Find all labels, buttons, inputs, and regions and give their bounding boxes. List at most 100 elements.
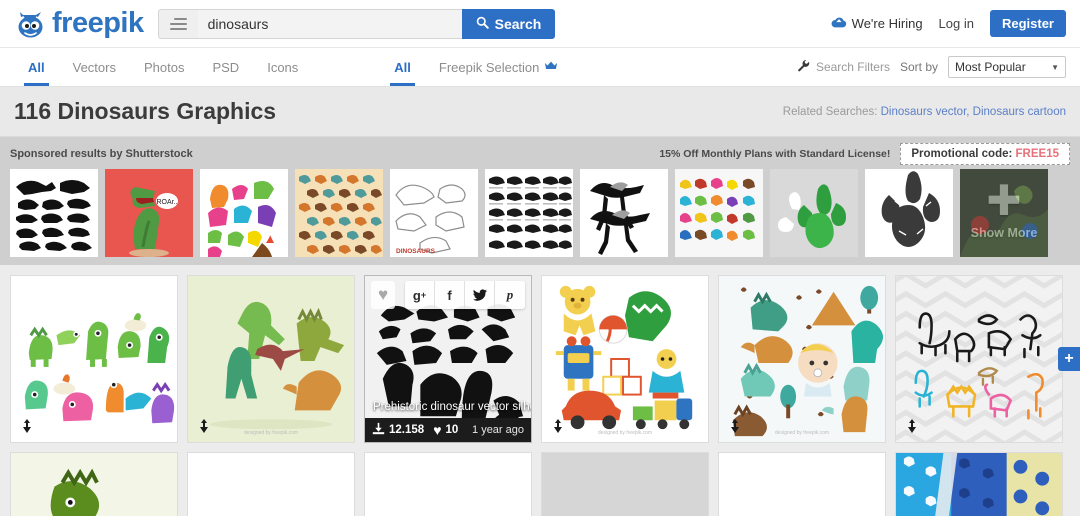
watermark: designed by freepik.com (597, 430, 653, 436)
result-card-kids-toys-collection[interactable]: designed by freepik.com (541, 275, 709, 443)
card-artwork (896, 453, 1062, 516)
result-card-blue-dino-pattern[interactable] (895, 452, 1063, 516)
share-bar: g + f p (405, 281, 525, 309)
chevron-down-icon: ▼ (1051, 62, 1059, 72)
search-filters-label: Search Filters (815, 60, 890, 74)
search-input[interactable] (197, 8, 462, 39)
tab-psd[interactable]: PSD (198, 48, 253, 86)
vector-badge-icon (19, 418, 35, 434)
sponsored-label: Sponsored results by Shutterstock (10, 148, 193, 160)
freepik-mascot-icon (14, 9, 48, 39)
expand-results-button[interactable]: + (1058, 347, 1080, 371)
sponsored-show-more-tile[interactable]: ✚ Show More (960, 169, 1048, 257)
sponsored-tile-dinosaur-seamless-pattern[interactable] (295, 169, 383, 257)
pinterest-icon[interactable]: p (495, 281, 525, 309)
sort-by-label: Sort by (899, 60, 938, 74)
watermark: designed by freepik.com (774, 430, 830, 436)
sponsored-tile-colorful-cartoon-dinosaurs[interactable] (200, 169, 288, 257)
sponsored-tile-dinosaur-skeletons-black[interactable] (580, 169, 668, 257)
result-card-baby-dinosaurs-scene[interactable]: designed by freepik.com (718, 275, 886, 443)
vector-badge-icon (196, 418, 212, 434)
result-card-blank-3[interactable] (364, 452, 532, 516)
promo-offer-text: 15% Off Monthly Plans with Standard Lice… (659, 148, 891, 160)
result-card-hand-drawn-dinosaurs-chevron[interactable] (895, 275, 1063, 443)
google-plus-icon[interactable]: g + (405, 281, 435, 309)
cloud-icon (831, 16, 847, 31)
download-icon (372, 422, 385, 438)
filter-navbar: All Vectors Photos PSD Icons All Freepik… (0, 48, 1080, 87)
tab-all[interactable]: All (14, 48, 59, 86)
result-card-flat-dinosaur-collection[interactable]: designed by freepik.com (187, 275, 355, 443)
page-title: 116 Dinosaurs Graphics (14, 98, 277, 124)
sponsored-tile-dinosaur-species-chart[interactable] (485, 169, 573, 257)
related-searches-label: Related Searches: (782, 105, 878, 118)
results-titlebar: 116 Dinosaurs Graphics Related Searches:… (0, 87, 1080, 137)
result-card-blank-4[interactable] (541, 452, 709, 516)
tab-vectors[interactable]: Vectors (59, 48, 130, 86)
search-bar: Search (197, 8, 556, 39)
sponsored-section: Sponsored results by Shutterstock 15% Of… (0, 137, 1080, 265)
sponsored-tile-dinosaur-line-drawings[interactable]: DINOSAURS (390, 169, 478, 257)
promo-code-value: FREE15 (1015, 148, 1059, 160)
content-type-tabs: All Vectors Photos PSD Icons (14, 48, 312, 86)
categories-menu-button[interactable] (157, 8, 198, 39)
sponsored-tile-roaring-trex-red[interactable]: ROAr.. (105, 169, 193, 257)
facebook-icon[interactable]: f (435, 281, 465, 309)
result-card-cute-baby-dinosaurs-pack[interactable] (10, 275, 178, 443)
like-count: 10 (445, 424, 459, 436)
freepik-logo[interactable]: freepik (14, 9, 144, 39)
login-link[interactable]: Log in (939, 16, 974, 31)
sponsored-tile-dark-dino-footprint[interactable] (865, 169, 953, 257)
svg-text:DINOSAURS: DINOSAURS (396, 248, 436, 255)
card-stats-bar: 12.158 ♥ 10 1 year ago (365, 418, 531, 442)
sort-by-select[interactable]: Most Popular ▼ (948, 56, 1066, 78)
download-count: 12.158 (389, 424, 425, 436)
sponsored-tile-green-dino-footprint-sticker[interactable] (770, 169, 858, 257)
card-age: 1 year ago (472, 424, 524, 436)
heart-icon: ♥ (433, 422, 442, 438)
results-grid: designed by freepik.com ♥ g + f p Prehis… (0, 265, 1080, 516)
download-stat: 12.158 (372, 422, 424, 438)
register-button[interactable]: Register (989, 10, 1066, 37)
sponsored-tile-dinosaur-silhouettes-set[interactable] (10, 169, 98, 257)
card-artwork (542, 276, 708, 442)
search-button[interactable]: Search (461, 8, 556, 39)
tab-freepik-selection[interactable]: Freepik Selection (425, 48, 572, 86)
card-artwork (11, 276, 177, 442)
promo-code-prefix: Promotional code: (911, 148, 1013, 160)
card-artwork (188, 276, 354, 442)
sponsored-tile-tiny-colored-dinosaurs[interactable] (675, 169, 763, 257)
were-hiring-label: We're Hiring (851, 16, 923, 31)
search-filters-button[interactable]: Search Filters (797, 59, 890, 75)
logo-wordmark: freepik (52, 7, 144, 39)
heart-icon: ♥ (377, 285, 389, 304)
vector-badge-icon (727, 418, 743, 434)
vector-badge-icon (550, 418, 566, 434)
result-card-green-dinosaur-cut[interactable] (10, 452, 178, 516)
card-artwork (896, 276, 1062, 442)
favorite-button[interactable]: ♥ (371, 281, 395, 309)
were-hiring-link[interactable]: We're Hiring (831, 16, 923, 31)
tab-icons[interactable]: Icons (253, 48, 312, 86)
sponsored-header: Sponsored results by Shutterstock 15% Of… (10, 143, 1070, 165)
card-hover-actions: ♥ g + f p (371, 281, 525, 309)
twitter-icon[interactable] (465, 281, 495, 309)
sponsored-thumbnails: ROAr.. DINOSAURS (10, 169, 1070, 257)
site-header: freepik Search We're Hiring (0, 0, 1080, 48)
result-card-blank-2[interactable] (187, 452, 355, 516)
source-tabs: All Freepik Selection (380, 48, 572, 86)
watermark: designed by freepik.com (243, 430, 299, 436)
result-card-prehistoric-dinosaur-silhouettes[interactable]: ♥ g + f p Prehistoric dinosaur vector sil… (364, 275, 532, 443)
sort-by-value: Most Popular (955, 60, 1026, 74)
search-icon (476, 16, 489, 32)
hamburger-icon (169, 17, 187, 30)
related-search-links[interactable]: Dinosaurs vector, Dinosaurs cartoon (881, 106, 1066, 118)
promo-code-box: Promotional code: FREE15 (900, 143, 1070, 165)
nav-right-controls: Search Filters Sort by Most Popular ▼ (797, 48, 1066, 86)
tab-photos[interactable]: Photos (130, 48, 198, 86)
card-title: Prehistoric dinosaur vector silhou (373, 401, 531, 413)
header-actions: We're Hiring Log in Register (831, 10, 1066, 37)
vector-badge-icon (904, 418, 920, 434)
tab-source-all[interactable]: All (380, 48, 425, 86)
result-card-blank-5[interactable] (718, 452, 886, 516)
